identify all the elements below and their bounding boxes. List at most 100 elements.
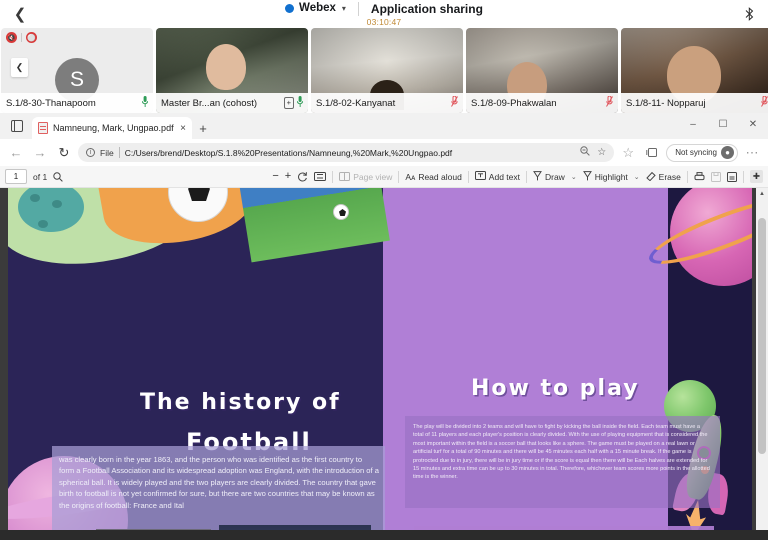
- pdf-file-icon: [38, 122, 48, 134]
- divider: [118, 147, 120, 158]
- pdf-viewer: The history of Football How to play was …: [0, 188, 768, 540]
- page-number-input[interactable]: 1: [5, 169, 27, 184]
- divider: [742, 170, 744, 183]
- divider: [357, 1, 359, 16]
- draw-label: Draw: [544, 171, 565, 182]
- video-tile-nopparuj[interactable]: S.1/8-11- Nopparuj: [621, 28, 768, 113]
- zoom-out-button[interactable]: −: [272, 171, 278, 182]
- pin-icon[interactable]: ✚: [749, 170, 763, 183]
- window-controls: – ☐ ✕: [678, 113, 768, 135]
- mic-off-icon: [451, 95, 458, 110]
- os-taskbar[interactable]: [0, 530, 768, 540]
- close-window-button[interactable]: ✕: [738, 113, 768, 135]
- read-aloud-button[interactable]: Aᴀ Read aloud: [405, 172, 461, 182]
- eraser-icon: [645, 171, 656, 183]
- draw-pen-icon: [533, 170, 542, 183]
- scrollbar-thumb[interactable]: [758, 218, 766, 454]
- video-tile-thanapoom[interactable]: 🔇 ⚪ ❮ S S.1/8-30-Thanapoom: [1, 28, 153, 113]
- participant-name: S.1/8-30-Thanapoom: [6, 97, 96, 109]
- participant-name-bar: S.1/8-09-Phakwalan: [466, 93, 618, 113]
- mic-off-icon: [761, 95, 768, 110]
- participant-name-bar: Master Br...an (cohost) +: [156, 93, 308, 113]
- search-minus-icon[interactable]: [580, 146, 590, 159]
- read-aloud-label: Read aloud: [418, 171, 462, 182]
- erase-label: Erase: [658, 171, 681, 182]
- divider: [467, 170, 469, 183]
- reload-icon[interactable]: ↻: [54, 143, 74, 163]
- bluetooth-icon[interactable]: [738, 0, 760, 28]
- maximize-button[interactable]: ☐: [708, 113, 738, 135]
- camera-off-badge-icon: ⚪: [26, 32, 37, 43]
- pin-badge-icon[interactable]: +: [283, 96, 294, 110]
- participant-name-bar: S.1/8-11- Nopparuj: [621, 93, 768, 113]
- back-icon[interactable]: ←: [6, 143, 26, 163]
- participant-name-bar: S.1/8-02-Kanyanat: [311, 93, 463, 113]
- save-icon[interactable]: [710, 171, 721, 182]
- more-options-icon[interactable]: ⋯: [742, 143, 762, 163]
- omnibox-actions: ☆: [580, 146, 606, 159]
- url-text: C:/Users/brend/Desktop/S.1.8%20Presentat…: [124, 147, 453, 158]
- print-icon[interactable]: [694, 171, 705, 182]
- tab-manager-icon[interactable]: [4, 113, 30, 139]
- small-soccer-ball-icon: [333, 204, 349, 220]
- mic-on-icon: [141, 96, 149, 110]
- add-text-button[interactable]: Add text: [474, 171, 520, 182]
- read-aloud-icon: Aᴀ: [405, 171, 416, 182]
- webex-logo-icon: [285, 4, 295, 13]
- pdf-toolbar: 1 of 1 − + Page view Aᴀ Read aloud Add t…: [0, 166, 768, 188]
- video-tile-kanyanat[interactable]: S.1/8-02-Kanyanat: [311, 28, 463, 113]
- divider: [332, 170, 334, 183]
- participant-name: S.1/8-11- Nopparuj: [626, 97, 706, 109]
- participant-video-strip: 🔇 ⚪ ❮ S S.1/8-30-Thanapoom Master Br...a…: [0, 28, 768, 113]
- participant-name: S.1/8-02-Kanyanat: [316, 97, 396, 109]
- divider: [686, 170, 688, 183]
- save-as-icon[interactable]: [726, 171, 737, 182]
- pdf-vertical-scrollbar[interactable]: ▲ ▼: [756, 188, 768, 540]
- close-icon[interactable]: ×: [180, 123, 186, 134]
- browser-tab[interactable]: Namneung, Mark, Ungpao.pdf ×: [32, 117, 192, 139]
- strip-scroll-left-button[interactable]: ❮: [11, 58, 28, 77]
- draw-button[interactable]: Draw: [533, 170, 565, 183]
- chevron-down-icon[interactable]: ▾: [342, 4, 346, 13]
- erase-button[interactable]: Erase: [645, 171, 681, 183]
- participant-name: Master Br...an (cohost): [161, 97, 258, 109]
- zoom-in-button[interactable]: +: [285, 171, 291, 182]
- minimize-button[interactable]: –: [678, 113, 708, 135]
- highlight-icon: [582, 170, 592, 183]
- page-count-label: of 1: [33, 171, 48, 182]
- star-plus-icon[interactable]: ☆: [597, 147, 606, 158]
- chevron-down-icon[interactable]: ⌄: [634, 173, 640, 181]
- sharing-status-label: Application sharing: [370, 1, 483, 16]
- search-icon[interactable]: [53, 171, 63, 182]
- profile-sync-button[interactable]: Not syncing ●: [666, 143, 738, 162]
- highlight-label: Highlight: [594, 171, 628, 182]
- back-chevron-icon[interactable]: ❮: [0, 0, 40, 28]
- participant-name: S.1/8-09-Phakwalan: [471, 97, 557, 109]
- video-tile-phakwalan[interactable]: S.1/8-09-Phakwalan: [466, 28, 618, 113]
- info-icon[interactable]: i: [86, 148, 95, 157]
- scroll-up-button[interactable]: ▲: [756, 188, 768, 200]
- rotate-icon[interactable]: [297, 171, 308, 182]
- tab-title: Namneung, Mark, Ungpao.pdf: [53, 123, 174, 133]
- collections-icon[interactable]: [642, 143, 662, 163]
- history-body-text: was clearly born in the year 1863, and t…: [59, 455, 379, 510]
- webex-brand-label: Webex: [299, 1, 336, 14]
- pdf-page-slide: The history of Football How to play was …: [8, 188, 752, 540]
- slide-title-how-to-play: How to play: [471, 376, 640, 401]
- how-to-play-text-block: The play will be divided into 2 teams an…: [405, 416, 720, 508]
- chevron-down-icon[interactable]: ⌄: [571, 173, 577, 181]
- address-bar[interactable]: i File C:/Users/brend/Desktop/S.1.8%20Pr…: [78, 143, 615, 162]
- how-to-play-body-text: The play will be divided into 2 teams an…: [413, 424, 710, 481]
- new-tab-button[interactable]: +: [192, 117, 214, 139]
- video-tile-master-brendan[interactable]: Master Br...an (cohost) +: [156, 28, 308, 113]
- fit-page-icon[interactable]: [314, 172, 327, 181]
- browser-navigation-bar: ← → ↻ i File C:/Users/brend/Desktop/S.1.…: [0, 139, 768, 166]
- page-view-button[interactable]: Page view: [339, 172, 392, 182]
- add-text-icon: [474, 171, 486, 182]
- avatar: ●: [721, 146, 734, 159]
- page-view-label: Page view: [353, 171, 393, 182]
- sync-status-label: Not syncing: [675, 148, 717, 157]
- favorites-icon[interactable]: ☆: [618, 143, 638, 163]
- forward-icon[interactable]: →: [30, 143, 50, 163]
- highlight-button[interactable]: Highlight: [582, 170, 628, 183]
